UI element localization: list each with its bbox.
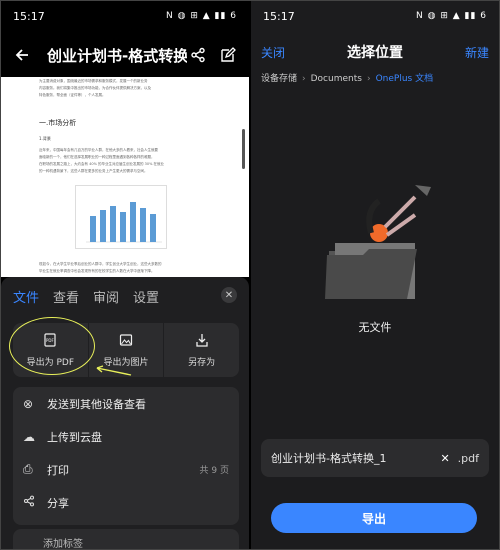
tab-view[interactable]: 查看 [53, 287, 79, 306]
share-icon[interactable] [187, 44, 209, 66]
breadcrumb-separator: › [302, 74, 306, 84]
status-bar: 15:17 N ◍ ⊞ ▲ ▮▮ 6 [251, 1, 499, 31]
empty-folder-illustration [325, 185, 431, 299]
close-icon[interactable]: ✕ [221, 287, 237, 303]
cloud-icon: ☁ [23, 429, 35, 444]
export-button[interactable]: 导出 [271, 503, 477, 533]
doc-app-bar: 创业计划书-格式转换_1.... [1, 39, 249, 71]
page-count: 共 9 页 [199, 466, 229, 476]
bottom-sheet: 文件 查看 审阅 设置 ✕ PDF 导出为 PDF 导出为图片 另存为 ⊗ 发送… [1, 277, 249, 549]
filename-input[interactable]: 创业计划书-格式转换_1 [271, 450, 440, 466]
left-screen: 15:17 N ◍ ⊞ ▲ ▮▮ 6 创业计划书-格式转换_1.... 为主要消… [1, 1, 249, 549]
save-as-button[interactable]: 另存为 [164, 323, 239, 377]
breadcrumb-device-storage[interactable]: 设备存储 [261, 74, 297, 84]
doc-text: 现如今，在大学生毕业季后创业的人群中，学生创业大学生创业，这些大多数的 [39, 262, 162, 266]
list-item-label: 分享 [47, 496, 69, 510]
status-time: 15:17 [263, 9, 295, 23]
embedded-chart-bars [86, 202, 162, 243]
filename-field[interactable]: 创业计划书-格式转换_1 ✕ .pdf [261, 439, 489, 477]
embedded-chart [75, 185, 167, 249]
share-icon [23, 495, 43, 510]
send-to-device-item[interactable]: ⊗ 发送到其他设备查看 [13, 387, 239, 420]
tab-file[interactable]: 文件 [13, 287, 39, 306]
doc-text: 为主要消费对象，围绕最近的市场需求和服务模式，发展一个的新业务 [39, 79, 148, 83]
doc-scrollbar[interactable] [242, 129, 245, 169]
add-tag-item[interactable]: 添加标签 [13, 529, 239, 549]
status-icons: N ◍ ⊞ ▲ ▮▮ 6 [416, 11, 487, 21]
list-item-label: 发送到其他设备查看 [47, 397, 146, 411]
breadcrumb-separator: › [366, 74, 371, 84]
annotation-circle [9, 317, 95, 375]
list-item-label: 上传到云盘 [47, 430, 102, 444]
doc-text: 的一种机遇背景下，这些人群在更多的业务上产生更大的需求与空间。 [39, 169, 148, 173]
tab-review[interactable]: 审阅 [93, 287, 119, 306]
new-folder-button[interactable]: 新建 [465, 44, 489, 61]
sheet-tabs: 文件 查看 审阅 设置 [13, 287, 159, 306]
doc-text: 面临新的一个，他们在选择发展职业的一种过程里面遇到各种各样的难题， [39, 155, 155, 159]
breadcrumb: 设备存储 › Documents › OnePlus 文档 [261, 71, 433, 84]
add-tag-label: 添加标签 [43, 539, 83, 549]
doc-text: 特色服务，帮全面（证件等），个人发展。 [39, 93, 106, 97]
right-screen: 15:17 N ◍ ⊞ ▲ ▮▮ 6 关闭 选择位置 新建 设备存储 › Docum… [251, 1, 499, 549]
annotation-arrow [96, 365, 132, 376]
back-arrow-icon[interactable] [11, 44, 33, 66]
share-item[interactable]: 分享 [13, 486, 239, 519]
devices-icon: ⊗ [23, 396, 34, 411]
location-picker-header: 关闭 选择位置 新建 [251, 39, 499, 65]
status-bar: 15:17 N ◍ ⊞ ▲ ▮▮ 6 [1, 1, 249, 31]
edit-icon[interactable] [217, 44, 239, 66]
list-item-label: 打印 [47, 463, 69, 477]
empty-state-text: 无文件 [358, 321, 392, 334]
doc-subheading: 1.背景 [39, 136, 51, 141]
upload-cloud-item[interactable]: ☁ 上传到云盘 [13, 420, 239, 453]
doc-title: 创业计划书-格式转换_1.... [47, 46, 187, 65]
status-icons: N ◍ ⊞ ▲ ▮▮ 6 [166, 11, 237, 21]
doc-heading: 一.市场分析 [39, 119, 77, 127]
clear-icon[interactable]: ✕ [440, 452, 449, 465]
save-as-label: 另存为 [188, 357, 216, 368]
print-item[interactable]: ⎙ 打印 共 9 页 [13, 453, 239, 486]
doc-text: 近年来，中国每年会有几百万的毕业人群，在他大多的人看来，社会人生就要 [39, 148, 158, 152]
save-as-icon [195, 333, 209, 350]
breadcrumb-documents[interactable]: Documents [311, 74, 362, 84]
tab-settings[interactable]: 设置 [133, 287, 159, 306]
status-time: 15:17 [13, 9, 45, 23]
doc-text: 内容服务。我们将集中推出的市场功能，为合作伙伴提供解决方案，以及 [39, 86, 151, 90]
close-button[interactable]: 关闭 [261, 44, 285, 61]
doc-text: 毕业生在就业率调查中也会发现所有的在校学生的人数在大学中逐渐下降。 [39, 269, 155, 273]
file-extension: .pdf [457, 451, 479, 465]
document-preview[interactable]: 为主要消费对象，围绕最近的市场需求和服务模式，发展一个的新业务 内容服务。我们将… [1, 77, 249, 277]
print-icon: ⎙ [23, 462, 33, 476]
action-list: ⊗ 发送到其他设备查看 ☁ 上传到云盘 ⎙ 打印 共 9 页 分享 [13, 387, 239, 525]
picker-title: 选择位置 [347, 45, 403, 61]
image-icon [119, 333, 133, 350]
doc-text: 在职场的发展之路上，大约会有 40% 的毕业生对应届生创业发展的 30% 在就业 [39, 162, 165, 166]
breadcrumb-oneplus-docs[interactable]: OnePlus 文档 [376, 74, 434, 84]
